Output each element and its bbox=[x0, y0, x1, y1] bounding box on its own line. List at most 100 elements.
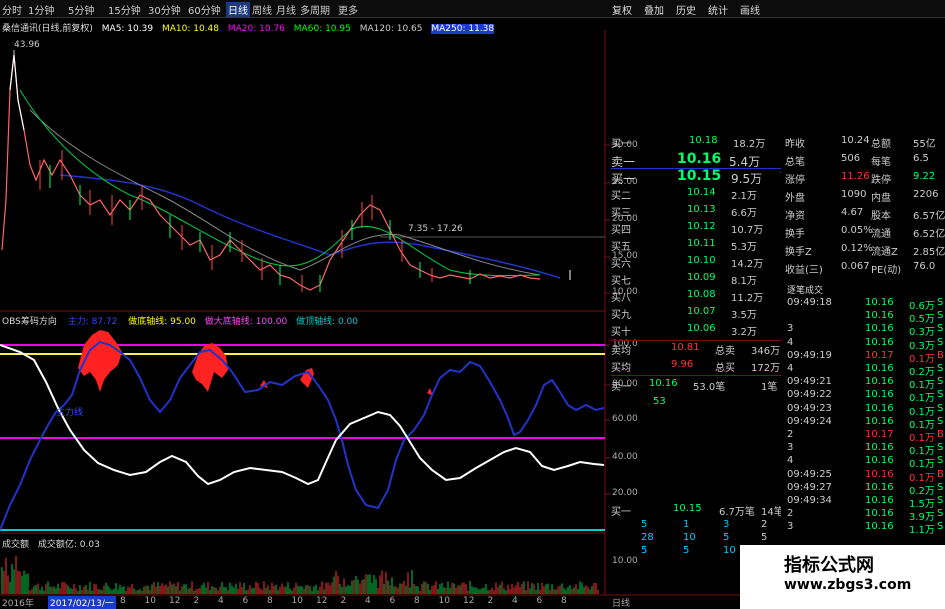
tick-t: 2 bbox=[787, 508, 794, 520]
tick-t: 09:49:18 bbox=[787, 297, 832, 308]
ob-buy-price: 10.09 bbox=[687, 272, 716, 283]
stat-label: 流通 bbox=[871, 229, 891, 240]
stat-label: 每笔 bbox=[871, 157, 891, 168]
date-tick: 8 bbox=[561, 596, 567, 606]
ob-buy-label: 买二 bbox=[611, 191, 631, 202]
ob-buy-vol: 5.3万 bbox=[731, 242, 757, 253]
tick-s: S bbox=[937, 415, 944, 427]
stat-value: 506 bbox=[841, 153, 861, 164]
date-tick: 2 bbox=[487, 596, 494, 606]
tick-p: 10.16 bbox=[865, 495, 894, 506]
date-tick: 6 bbox=[242, 596, 249, 606]
ob-buy-vol: 9.5万 bbox=[731, 172, 763, 186]
ob-top-vol: 18.2万 bbox=[733, 139, 766, 150]
stat-label: 昨收 bbox=[785, 139, 805, 150]
queue-cell: 2 bbox=[761, 519, 768, 530]
tick-p: 10.16 bbox=[865, 481, 894, 493]
ob-buy-price: 10.14 bbox=[687, 187, 716, 198]
tick-s: S bbox=[937, 310, 944, 322]
tick-p: 10.16 bbox=[865, 363, 894, 374]
buy-detail-label: 买一 bbox=[611, 507, 631, 518]
order-book: 买一 10.18 18.2万 卖一 10.16 5.4万 买一 10.15 9.5万… bbox=[611, 132, 781, 602]
ob-buy-label: 买三 bbox=[611, 208, 631, 219]
stat-value: 4.67 bbox=[841, 207, 864, 218]
tick-t: 3 bbox=[787, 442, 794, 454]
date-tick: 2 bbox=[193, 596, 200, 606]
tick-p: 10.16 bbox=[865, 323, 894, 335]
queue-cell: 10 bbox=[723, 545, 736, 556]
tick-p: 10.16 bbox=[865, 389, 894, 401]
tick-t: 3 bbox=[787, 323, 794, 335]
tick-p: 10.16 bbox=[865, 455, 894, 467]
tick-p: 10.16 bbox=[865, 376, 894, 388]
tick-t: 4 bbox=[787, 336, 794, 348]
ob-buy-vol: 3.2万 bbox=[731, 327, 757, 338]
tick-s: S bbox=[937, 508, 944, 520]
watermark-url: www.zbgs3.com bbox=[784, 577, 912, 593]
stat-value: 0.05% bbox=[841, 225, 873, 236]
tick-p: 10.16 bbox=[865, 468, 894, 480]
stat-value: 10.24 bbox=[841, 135, 870, 146]
ob-buy-vol: 14.2万 bbox=[731, 259, 764, 270]
tick-s: S bbox=[937, 402, 944, 414]
stat-label: 净资 bbox=[785, 211, 805, 222]
tick-p: 10.16 bbox=[865, 402, 894, 414]
ma60-line bbox=[19, 89, 541, 277]
tick-p: 10.17 bbox=[865, 349, 894, 361]
obv-panel-header: OBS筹码方向 主力: 87.72 做底轴线: 95.00 做大底轴线: 100… bbox=[2, 314, 358, 327]
stat-value: 0.12% bbox=[841, 243, 873, 254]
date-tick: 4 bbox=[218, 596, 224, 606]
stat-value: 0.067 bbox=[841, 261, 870, 272]
total-sell-vol: 346万 bbox=[751, 346, 781, 357]
tick-s: B bbox=[937, 468, 944, 480]
stats-panel: 昨收 10.24 总额 55亿 总笔 506 每笔 6.5 涨停 11.26 跌停 9.22 外… bbox=[785, 132, 945, 302]
stat-label: 股本 bbox=[871, 211, 891, 222]
ob-change-mark: +9 bbox=[779, 168, 781, 177]
ob-buy-label: 买九 bbox=[611, 310, 631, 321]
tick-panel: 逐笔成交 09:49:18 10.16 0.6万 S 10.16 0.5万 S 3 10.16 0… bbox=[785, 283, 945, 543]
ob-top-label: 买一 bbox=[611, 139, 631, 150]
watermark-box: 指标公式网 www.zbgs3.com bbox=[740, 545, 945, 609]
avg-sell-price: 10.81 bbox=[671, 342, 700, 353]
sell-detail-count: 1笔 bbox=[761, 382, 778, 393]
stat-value: 6.52亿 bbox=[913, 229, 945, 240]
ob-buy-vol: 11.2万 bbox=[731, 293, 764, 304]
queue-cell: 3 bbox=[723, 519, 730, 530]
ob-buy-vol: 6.6万 bbox=[731, 208, 757, 219]
tick-t: 3 bbox=[787, 521, 794, 533]
date-tick: 8 bbox=[267, 596, 273, 606]
tick-p: 10.17 bbox=[865, 429, 894, 440]
ob-buy-label: 买十 bbox=[611, 327, 631, 338]
ob-buy-label: 买四 bbox=[611, 225, 631, 236]
tick-t: 09:49:27 bbox=[787, 481, 832, 493]
ob-buy-price: 10.11 bbox=[687, 238, 716, 249]
ob-buy-price: 10.06 bbox=[687, 323, 716, 334]
stat-label: 外盘 bbox=[785, 193, 805, 204]
date-tick: 8 bbox=[414, 596, 420, 606]
tick-p: 10.16 bbox=[865, 310, 894, 322]
stat-label: 换手 bbox=[785, 229, 805, 240]
tick-p: 10.16 bbox=[865, 336, 894, 348]
stat-label: 涨停 bbox=[785, 175, 805, 186]
stat-value: 1090 bbox=[841, 189, 867, 200]
stat-label: PE(动) bbox=[871, 265, 902, 276]
sell-detail-price: 10.16 bbox=[649, 378, 678, 389]
ob-buy-label: 买六 bbox=[611, 259, 631, 270]
ob-buy-price: 10.12 bbox=[687, 221, 716, 232]
ob-buy-vol: 10.7万 bbox=[731, 225, 764, 236]
obv-title: OBS筹码方向 bbox=[2, 317, 57, 327]
queue-cell: 5 bbox=[641, 519, 648, 530]
ob-buy-price: 10.10 bbox=[687, 255, 716, 266]
ob-buy-label: 买一 bbox=[611, 172, 636, 186]
ob-buy-price: 10.08 bbox=[687, 289, 716, 300]
date-axis-selected[interactable]: 2017/02/13/一 bbox=[48, 596, 116, 609]
main-force-label: 主力: 87.72 bbox=[67, 317, 118, 327]
total-sell-label: 总卖 bbox=[715, 346, 735, 357]
buy-detail-count: 14笔 bbox=[761, 507, 781, 518]
ob-sell1-price: 10.16 bbox=[677, 151, 722, 167]
tick-s: S bbox=[937, 363, 944, 374]
tick-s: S bbox=[937, 336, 944, 348]
date-tick: 2 bbox=[340, 596, 347, 606]
tick-t: 4 bbox=[787, 455, 794, 467]
queue-cell: 5 bbox=[761, 532, 768, 543]
